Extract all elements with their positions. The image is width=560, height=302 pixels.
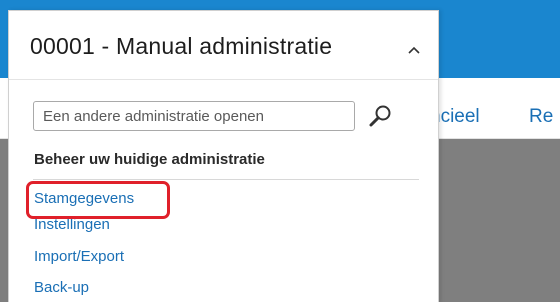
chevron-up-icon[interactable] <box>407 45 421 55</box>
menu-link-import-export[interactable]: Import/Export <box>34 248 124 265</box>
company-selector-header[interactable]: 00001 - Manual administratie <box>9 11 438 79</box>
highlight-annotation <box>26 181 170 219</box>
company-search-input[interactable] <box>33 101 355 131</box>
current-company-title: 00001 - Manual administratie <box>30 33 333 59</box>
menu-link-back-up[interactable]: Back-up <box>34 279 89 296</box>
nav-item-partial[interactable]: Re <box>529 106 553 128</box>
header-divider <box>9 79 438 80</box>
section-divider <box>33 179 419 180</box>
app-window: ncieel Re 00001 - Manual administratie B… <box>0 0 560 302</box>
section-heading: Beheer uw huidige administratie <box>34 151 265 168</box>
company-dropdown-panel: 00001 - Manual administratie Beheer uw h… <box>8 10 439 302</box>
search-icon[interactable] <box>367 103 393 129</box>
